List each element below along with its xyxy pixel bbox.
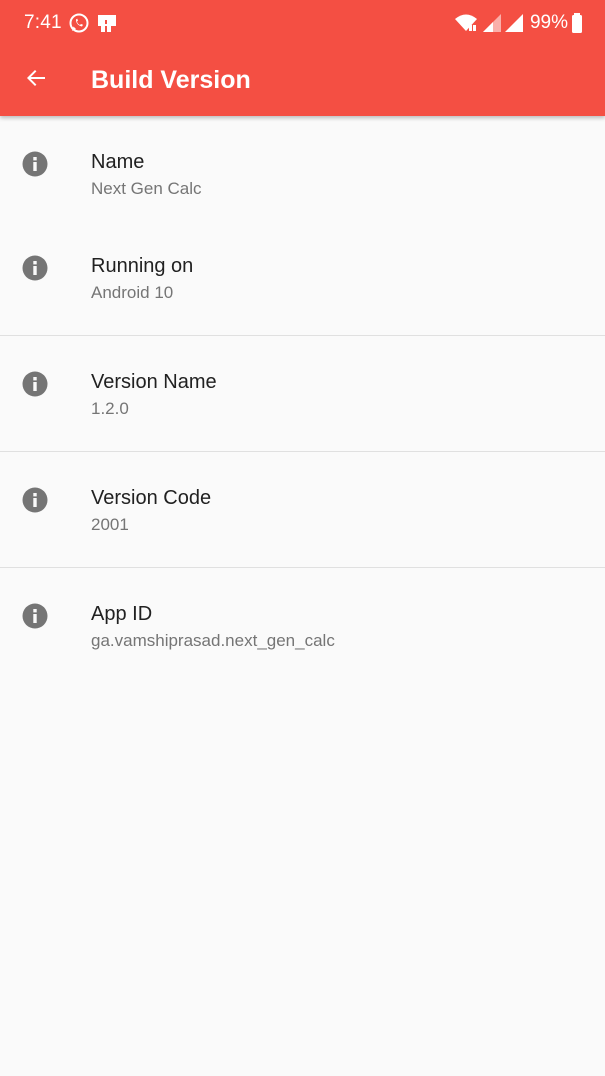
item-subtitle: 2001: [91, 515, 129, 534]
list-item-running-on[interactable]: Running on Android 10: [0, 220, 605, 336]
item-title: Version Code: [91, 487, 212, 509]
info-icon: [22, 151, 48, 177]
list-item-app-id[interactable]: App ID ga.vamshiprasad.next_gen_calc: [0, 568, 605, 683]
build-info-list: Name Next Gen Calc Running on Android 10…: [0, 116, 605, 683]
info-icon: [22, 371, 48, 397]
info-icon: [22, 487, 48, 513]
list-item-version-code[interactable]: Version Code 2001: [0, 452, 605, 568]
page-title: Build Version: [91, 66, 251, 94]
list-item-version-name[interactable]: Version Name 1.2.0: [0, 336, 605, 452]
item-title: Running on: [91, 255, 194, 277]
status-bar: 7:41 99%: [0, 0, 605, 46]
app-bar: Build Version: [0, 46, 605, 116]
signal-icon: [481, 12, 503, 34]
back-button[interactable]: [14, 58, 58, 102]
info-icon: [22, 603, 48, 629]
item-title: App ID: [91, 603, 153, 625]
item-subtitle: Android 10: [91, 283, 174, 302]
status-time: 7:41: [24, 12, 62, 33]
item-title: Version Name: [91, 371, 217, 393]
wifi-icon: [454, 12, 478, 34]
item-subtitle: 1.2.0: [91, 399, 129, 418]
top-bar: 7:41 99% Build Version: [0, 0, 605, 116]
notification-app-icon: [96, 12, 118, 34]
battery-icon: [570, 12, 584, 34]
signal-icon: [503, 12, 525, 34]
item-subtitle: Next Gen Calc: [91, 179, 202, 198]
list-item-name[interactable]: Name Next Gen Calc: [0, 116, 605, 220]
battery-percent: 99%: [529, 12, 568, 33]
info-icon: [22, 255, 48, 281]
item-subtitle: ga.vamshiprasad.next_gen_calc: [91, 631, 335, 650]
item-title: Name: [91, 151, 145, 173]
arrow-back-icon: [24, 66, 48, 95]
whatsapp-icon: [68, 12, 90, 34]
